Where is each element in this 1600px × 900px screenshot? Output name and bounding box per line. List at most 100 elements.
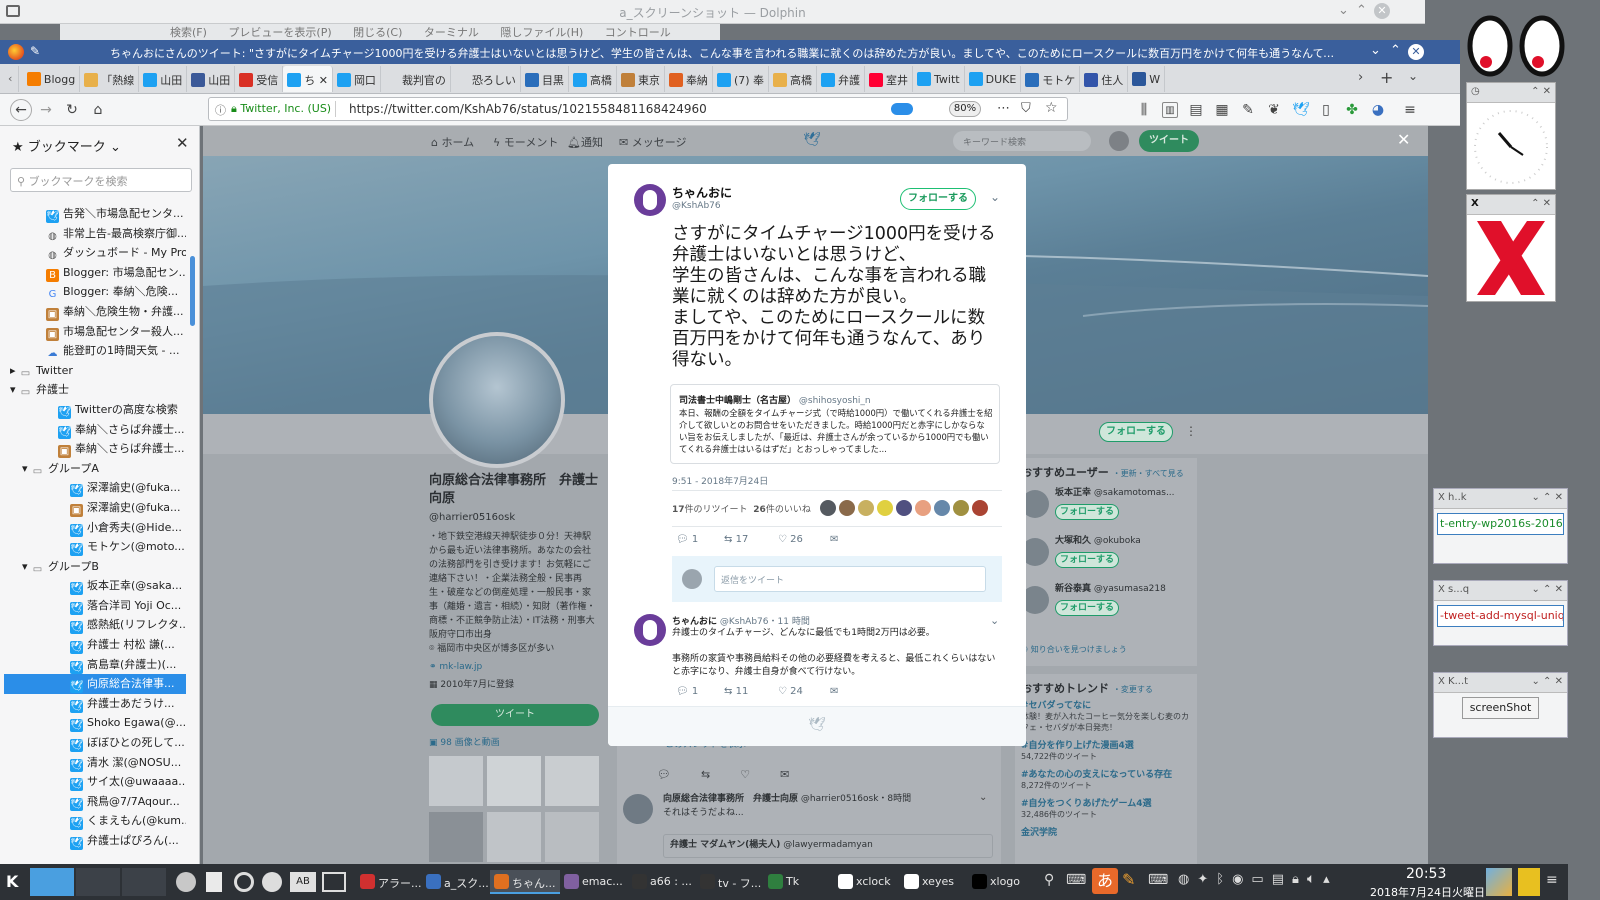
taskbar-clock-date[interactable]: 2018年7月24日火曜日 — [1370, 884, 1485, 900]
sidebar-toggle-icon[interactable]: ▥ — [1162, 102, 1178, 118]
show-desktop-icon[interactable] — [1486, 868, 1512, 896]
recommended-user-header[interactable]: 大塚和久 @okuboka — [1055, 534, 1191, 549]
timeline-quote[interactable]: 弁護士 マダムヤン(楊夫人) @lawyermadamyan — [663, 834, 993, 858]
tab-4[interactable]: 受信 — [235, 66, 284, 92]
tab-9[interactable]: 目黒 — [521, 66, 569, 92]
recommended-follow-button[interactable]: フォローする — [1055, 552, 1119, 568]
tab-16[interactable]: 室井 — [865, 66, 914, 92]
tab-21[interactable]: W — [1128, 66, 1166, 92]
bookmark-search-input[interactable]: ⚲ ブックマークを検索 — [10, 168, 192, 192]
liker-avatar[interactable] — [839, 500, 855, 516]
tab-6[interactable]: 岡口 — [333, 66, 381, 92]
nav-home[interactable]: ⌂ ホーム — [431, 134, 474, 150]
dolphin-search-button[interactable]: 検索(F) — [170, 26, 207, 39]
dolphin-preview-button[interactable]: プレビューを表示(P) — [228, 26, 331, 39]
bookmark-item[interactable]: 🕊︎ 坂本正幸(@saka... — [4, 576, 186, 596]
bookmark-item[interactable]: 🕊︎ 飛鳥@7/7Aqour... — [4, 792, 186, 812]
taskbar-item[interactable]: Tk — [764, 870, 803, 894]
tool-icon[interactable]: ✎ — [1122, 870, 1135, 889]
recommend-links[interactable]: ・更新・すべて見る — [1113, 469, 1184, 478]
extension-toggle[interactable] — [891, 103, 913, 115]
recommended-follow-button[interactable]: フォローする — [1055, 504, 1119, 520]
recommended-user-header[interactable]: 坂本正幸 @sakamotomas... — [1055, 486, 1191, 501]
bookmark-item[interactable]: G Blogger: 奉納＼危険... — [4, 282, 186, 302]
reply-icon[interactable]: 💬︎ — [657, 768, 701, 781]
bluetooth-icon[interactable]: ᛒ — [1216, 872, 1232, 887]
collapse-icon[interactable]: ▾ — [22, 462, 31, 475]
maximize-icon[interactable]: ⌃ — [1390, 43, 1401, 58]
liker-avatar[interactable] — [820, 500, 836, 516]
bookmark-item[interactable]: 🕊︎ くまえもん(@kum... — [4, 811, 186, 831]
media-thumbnail[interactable] — [429, 812, 483, 862]
modal-close-icon[interactable]: ✕ — [1397, 130, 1410, 149]
twitter-search-input[interactable]: キーワード検索 — [953, 131, 1091, 151]
clipboard-tray-icon[interactable]: ▤ — [1272, 872, 1292, 887]
bookmark-item[interactable]: ☁ 能登町の1時間天気 - ... — [4, 341, 186, 361]
reader-icon[interactable]: ▤ — [1188, 102, 1204, 118]
liker-avatar[interactable] — [953, 500, 969, 516]
mini-window-2-controls[interactable]: ⌄ ⌃ ✕ — [1532, 584, 1564, 595]
bookmark-item[interactable]: 🕊︎ Twitterの高度な検索 — [4, 400, 186, 420]
profile-tweet-button[interactable]: ツイート — [431, 704, 599, 726]
close-tab-icon[interactable]: ✕ — [315, 74, 328, 87]
dolphin-maximize-icon[interactable]: ⌃ — [1356, 3, 1367, 18]
page-actions-icon[interactable]: ⋯ — [997, 101, 1010, 116]
bookmark-item[interactable]: 🕊︎ 弁護士あだうけ... — [4, 694, 186, 714]
new-tab-icon[interactable]: + — [1380, 68, 1393, 87]
reply-tweet-retweet-action[interactable]: ⇆ 11 — [724, 686, 748, 697]
dolphin-close-button[interactable]: 閉じる(C) — [353, 26, 402, 39]
bookmark-item[interactable]: B Blogger: 市場急配セン... — [4, 263, 186, 283]
trend-item[interactable]: 金沢学院 — [1021, 825, 1193, 838]
user-avatar[interactable] — [1109, 131, 1129, 151]
bookmark-item[interactable]: ◍ 非常上告-最高検察庁御... — [4, 224, 186, 244]
zoom-level[interactable]: 80% — [949, 101, 981, 117]
mini-window-1-field[interactable]: t-entry-wp2016s-20161 — [1437, 513, 1564, 535]
find-friends-link[interactable]: ⚇ 知り合いを見つけましょう — [1021, 642, 1127, 657]
evernote-icon[interactable]: ❦ — [1266, 102, 1282, 118]
liker-avatar[interactable] — [877, 500, 893, 516]
media-thumbnail[interactable] — [487, 812, 541, 862]
reply-tweet-dm-action[interactable]: ✉ — [830, 686, 838, 697]
recommended-user-header[interactable]: 新谷泰真 @yasumasa218 — [1055, 582, 1191, 597]
bookmark-star-icon[interactable]: ☆ — [1045, 100, 1058, 116]
url-bar[interactable]: ⓘ 🔒︎ Twitter, Inc. (US) https://twitter.… — [208, 97, 1068, 121]
xclock-window-controls[interactable]: ⌃ ✕ — [1531, 86, 1551, 97]
volume-icon[interactable]: 🔈︎ — [1307, 872, 1323, 887]
taskbar-item[interactable]: tv - フ... — [696, 870, 765, 894]
bookmark-item[interactable]: 🕊︎ Shoko Egawa(@... — [4, 713, 186, 733]
expand-icon[interactable]: ▸ — [10, 364, 19, 377]
info-icon[interactable]: ⓘ — [215, 102, 226, 118]
like-icon[interactable]: ♡ — [740, 768, 780, 781]
bookmark-item[interactable]: ▸ ▭ Twitter — [4, 361, 186, 381]
tray-icon[interactable]: ⚲ — [1044, 872, 1054, 888]
media-thumbnail[interactable] — [545, 812, 599, 862]
bookmark-item[interactable]: 🕊︎ 弁護士 村松 謙(... — [4, 635, 186, 655]
document-icon[interactable] — [206, 872, 222, 892]
trend-item[interactable]: #自分をつくりあげたゲーム4選 32,486件のツイート — [1021, 796, 1193, 820]
lock-tray-icon[interactable]: 🔒︎ — [1292, 872, 1307, 887]
reply-action[interactable]: 💬︎ 1 — [676, 534, 698, 545]
reply-menu-chevron-icon[interactable]: ⌄ — [990, 614, 999, 627]
profile-addon-icon[interactable]: ◕ — [1370, 102, 1386, 118]
retweet-action[interactable]: ⇆ 17 — [724, 534, 748, 545]
screenshot-button[interactable]: screenShot — [1462, 697, 1539, 719]
taskbar-item[interactable]: emac... — [560, 870, 627, 894]
bookmark-item[interactable]: ▣ 市場急配センター殺人... — [4, 322, 186, 342]
reply-author-avatar[interactable] — [634, 614, 666, 646]
dolphin-minimize-icon[interactable]: ⌄ — [1338, 3, 1349, 18]
bookmark-item[interactable]: 🕊︎ モトケン(@moto... — [4, 537, 186, 557]
liker-avatar[interactable] — [896, 500, 912, 516]
reply-author-handle[interactable]: @KshAb76 — [720, 617, 769, 627]
bookmark-item[interactable]: ▾ ▭ グループB — [4, 557, 186, 577]
bookmark-item[interactable]: ▣ 奉納＼さらば弁護士... — [4, 439, 186, 459]
dolphin-terminal-button[interactable]: ターミナル — [424, 26, 479, 39]
pocket-icon[interactable]: ⛉ — [1021, 101, 1031, 116]
panel-menu-icon[interactable]: ≡ — [1546, 872, 1558, 888]
display-icon[interactable]: ▭ — [1251, 872, 1271, 887]
launcher-icon[interactable] — [262, 872, 282, 892]
tabs-scroll-right-icon[interactable]: › — [1358, 70, 1363, 85]
profile-follow-button[interactable]: フォローする — [1099, 422, 1173, 442]
bookmark-item[interactable]: 🕊︎ ぼぼひとの死して... — [4, 733, 186, 753]
collapse-icon[interactable]: ▾ — [10, 383, 19, 396]
retweet-count[interactable]: 17 — [672, 505, 685, 515]
